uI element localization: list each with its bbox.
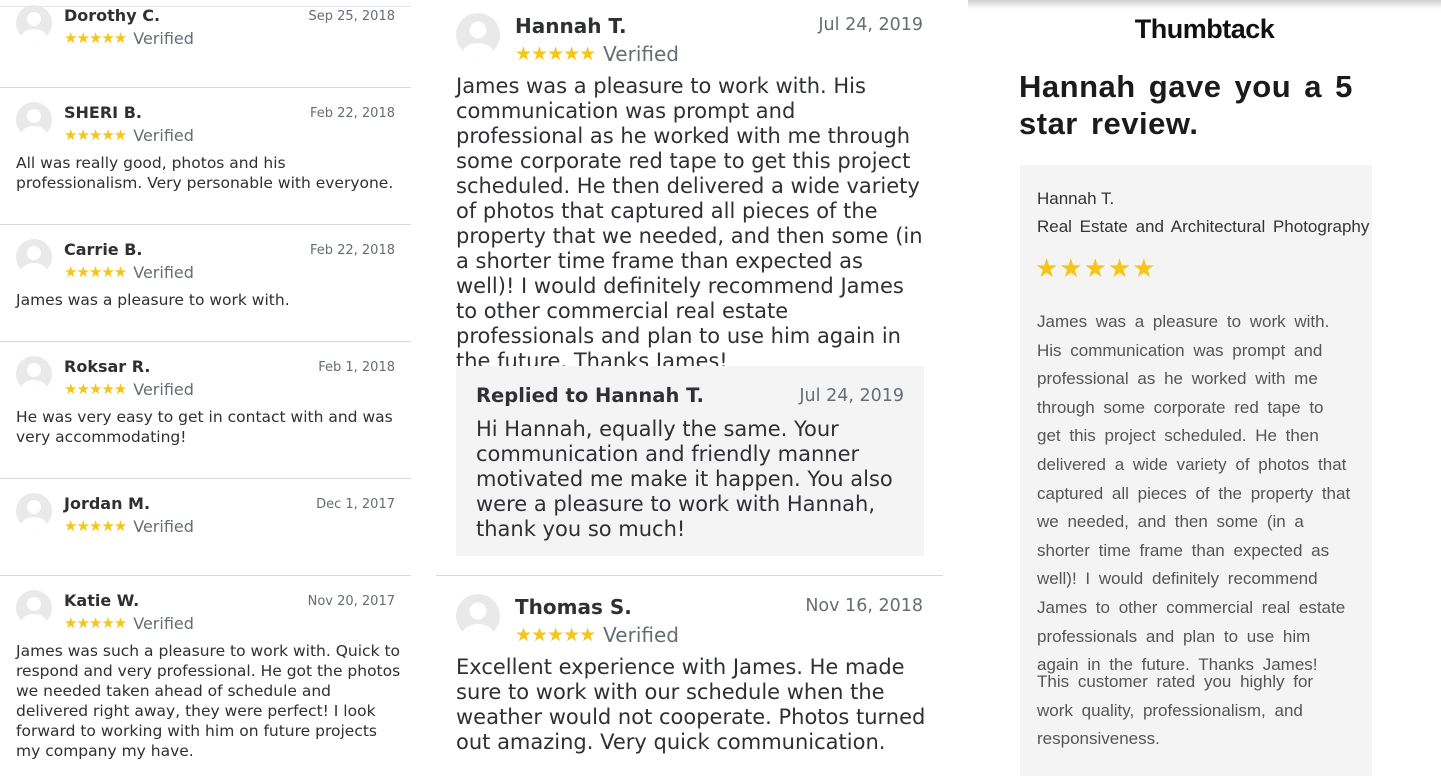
- rating-summary: This customer rated you highly for work …: [1037, 672, 1314, 749]
- verified-label: Verified: [133, 29, 194, 48]
- rating-row: ★★★★★ Verified: [64, 263, 194, 282]
- review-date: Sep 25, 2018: [308, 9, 395, 24]
- reply-title: Replied to Hannah T.: [476, 384, 704, 407]
- reply-text: Hi Hannah, equally the same. Your commun…: [476, 417, 893, 541]
- reviewer-name[interactable]: Thomas S.: [515, 595, 632, 619]
- rating-row: ★★★★★ Verified: [64, 380, 194, 399]
- avatar-placeholder-icon: [16, 102, 52, 138]
- star-rating-icon: ★★★★★: [1035, 254, 1157, 284]
- review-date: Jul 24, 2019: [818, 15, 923, 35]
- rating-row: ★★★★★ Verified: [64, 614, 194, 633]
- verified-label: Verified: [133, 614, 194, 633]
- review-item: Carrie B. Feb 22, 2018 ★★★★★ Verified Ja…: [0, 225, 411, 342]
- star-rating-icon: ★★★★★: [515, 623, 596, 646]
- review-text: James was a pleasure to work with. His c…: [1037, 312, 1351, 675]
- review-item: Roksar R. Feb 1, 2018 ★★★★★ Verified He …: [0, 342, 411, 479]
- review-item: Dorothy C. Sep 25, 2018 ★★★★★ Verified: [0, 0, 411, 88]
- service-name: Real Estate and Architectural Photograph…: [1037, 217, 1370, 236]
- reviewer-name[interactable]: Dorothy C.: [64, 6, 160, 25]
- avatar-placeholder-icon: [16, 493, 52, 529]
- reviewer-name[interactable]: Roksar R.: [64, 357, 150, 376]
- rating-row: ★★★★★ Verified: [64, 29, 194, 48]
- star-rating-icon: ★★★★★: [64, 29, 127, 47]
- reviewer-name[interactable]: Hannah T.: [515, 14, 627, 38]
- verified-label: Verified: [133, 517, 194, 536]
- reviewer-name[interactable]: SHERI B.: [64, 103, 142, 122]
- review-date: Feb 1, 2018: [318, 360, 395, 375]
- review-detail-panel: Hannah T. Jul 24, 2019 ★★★★★ Verified Ja…: [436, 0, 943, 776]
- email-notification: Thumbtack Hannah gave you a 5 star revie…: [968, 0, 1441, 776]
- avatar-placeholder-icon: [16, 590, 52, 626]
- review-text: He was very easy to get in contact with …: [16, 408, 393, 446]
- review-item: Jordan M. Dec 1, 2017 ★★★★★ Verified: [0, 479, 411, 576]
- reviewer-name[interactable]: Katie W.: [64, 591, 139, 610]
- verified-label: Verified: [603, 42, 679, 66]
- review-date: Nov 16, 2018: [805, 596, 923, 616]
- avatar-placeholder-icon: [456, 13, 500, 57]
- top-shadow: [968, 0, 1441, 9]
- rating-row: ★★★★★ Verified: [64, 126, 194, 145]
- verified-label: Verified: [603, 623, 679, 647]
- review-item: Thomas S. Nov 16, 2018 ★★★★★ Verified Ex…: [436, 576, 943, 776]
- reply-date: Jul 24, 2019: [799, 386, 904, 406]
- star-rating-icon: ★★★★★: [64, 126, 127, 144]
- review-text: Excellent experience with James. He made…: [456, 655, 926, 754]
- star-rating-icon: ★★★★★: [64, 380, 127, 398]
- review-list-left: Dorothy C. Sep 25, 2018 ★★★★★ Verified S…: [0, 0, 411, 776]
- star-rating-icon: ★★★★★: [64, 614, 127, 632]
- avatar-placeholder-icon: [16, 356, 52, 392]
- review-date: Dec 1, 2017: [316, 497, 395, 512]
- review-card: Hannah T. Real Estate and Architectural …: [1020, 165, 1372, 776]
- review-item: Katie W. Nov 20, 2017 ★★★★★ Verified Jam…: [0, 576, 411, 776]
- star-rating-icon: ★★★★★: [64, 263, 127, 281]
- rating-row: ★★★★★ Verified: [515, 42, 679, 66]
- verified-label: Verified: [133, 380, 194, 399]
- star-rating-icon: ★★★★★: [515, 42, 596, 65]
- verified-label: Verified: [133, 263, 194, 282]
- review-collage: Dorothy C. Sep 25, 2018 ★★★★★ Verified S…: [0, 0, 1441, 776]
- reviewer-name[interactable]: Carrie B.: [64, 240, 143, 259]
- review-text: All was really good, photos and his prof…: [16, 154, 394, 192]
- pro-reply-box: Replied to Hannah T. Jul 24, 2019 Hi Han…: [456, 366, 924, 556]
- avatar-placeholder-icon: [16, 239, 52, 275]
- review-date: Nov 20, 2017: [307, 594, 395, 609]
- reviewer-name: Hannah T.: [1037, 189, 1115, 208]
- review-date: Feb 22, 2018: [309, 243, 395, 258]
- reviewer-name[interactable]: Jordan M.: [64, 494, 150, 513]
- review-date: Feb 22, 2018: [309, 106, 395, 121]
- thumbtack-logo: Thumbtack: [1134, 14, 1275, 44]
- rating-row: ★★★★★ Verified: [64, 517, 194, 536]
- review-text: James was a pleasure to work with.: [16, 291, 290, 309]
- avatar-placeholder-icon: [456, 594, 500, 638]
- review-item-featured: Hannah T. Jul 24, 2019 ★★★★★ Verified Ja…: [436, 0, 943, 575]
- rating-row: ★★★★★ Verified: [515, 623, 679, 647]
- verified-label: Verified: [133, 126, 194, 145]
- review-text: James was a pleasure to work with. His c…: [456, 74, 923, 373]
- email-headline: Hannah gave you a 5 star review.: [1019, 69, 1353, 141]
- star-rating-icon: ★★★★★: [64, 517, 127, 535]
- avatar-placeholder-icon: [16, 5, 52, 41]
- review-text: James was such a pleasure to work with. …: [16, 642, 401, 760]
- review-item: SHERI B. Feb 22, 2018 ★★★★★ Verified All…: [0, 88, 411, 225]
